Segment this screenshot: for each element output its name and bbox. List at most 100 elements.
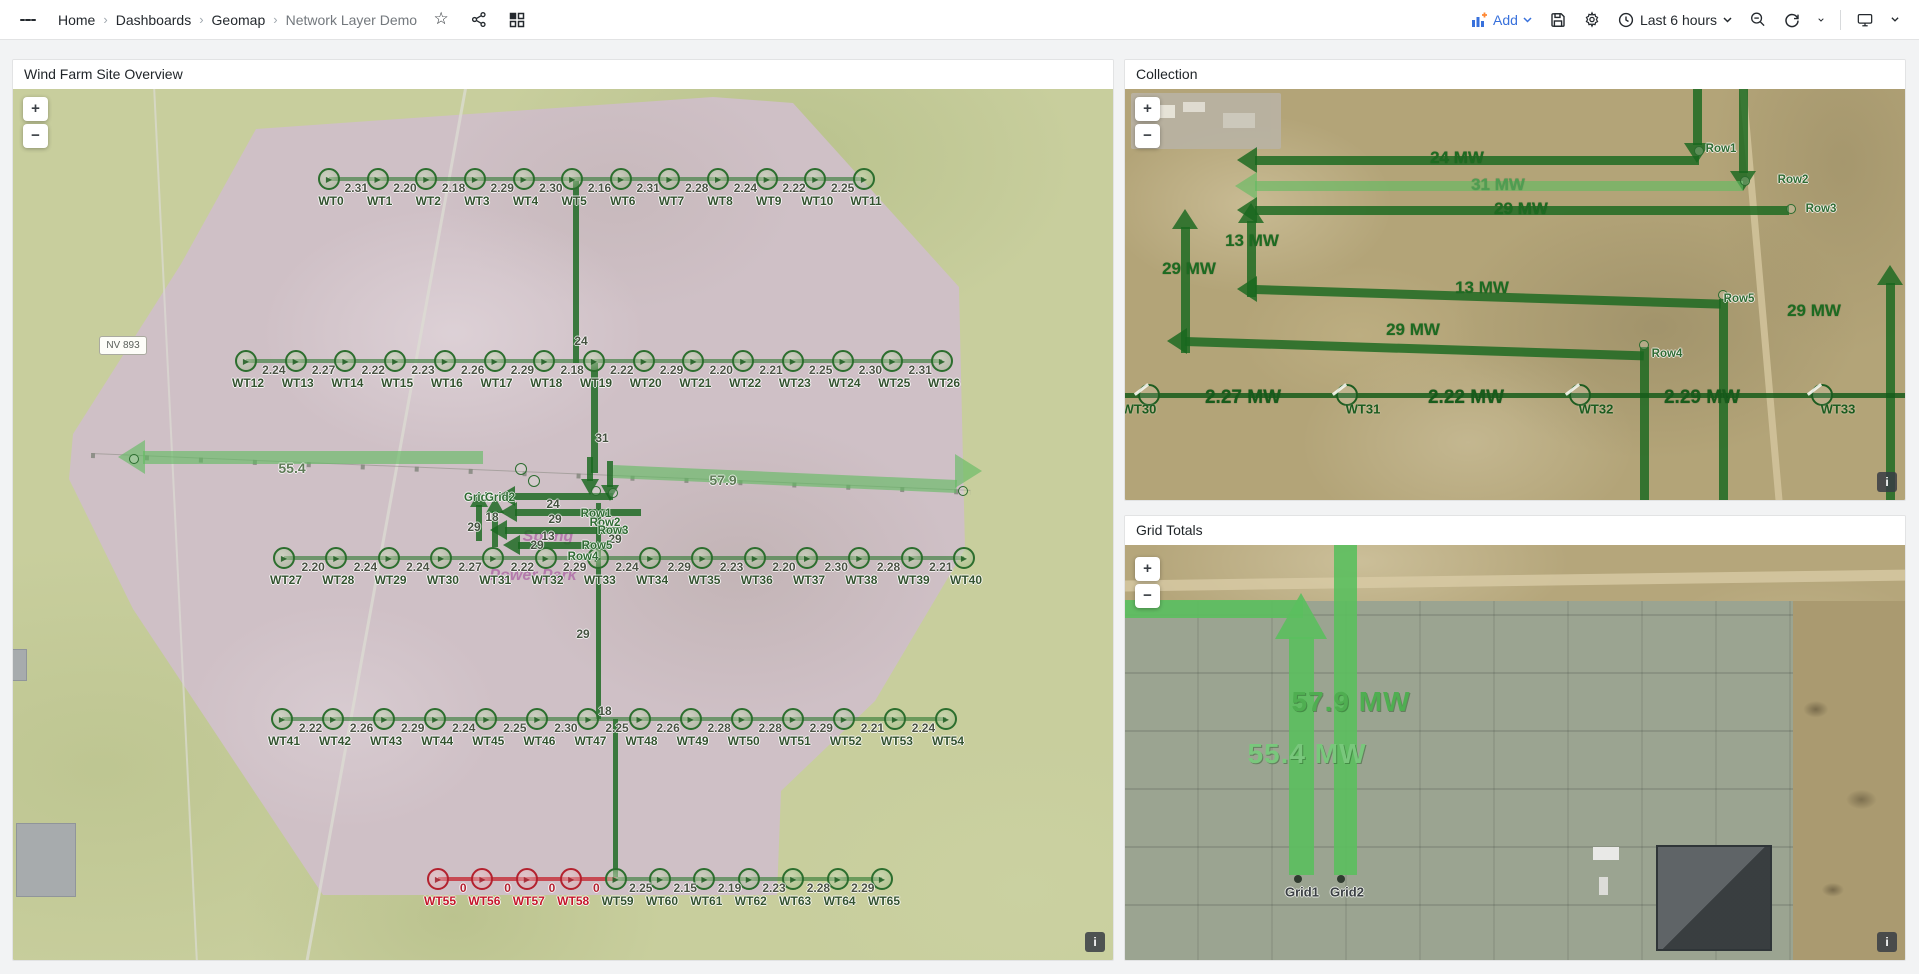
flow-arrowhead-icon <box>503 534 520 555</box>
flow-direction-icon: ▶ <box>325 174 333 184</box>
dashboard-canvas: Wind Farm Site Overview NV 893 2.31 2.20 2… <box>0 40 1919 974</box>
share-icon[interactable] <box>465 6 493 34</box>
map-attribution-info-icon[interactable]: i <box>1085 932 1105 952</box>
flow-direction-icon: ▶ <box>523 874 530 884</box>
zoom-out-time-icon[interactable] <box>1744 6 1772 34</box>
map-attribution-info-icon[interactable]: i <box>1877 932 1897 952</box>
turbine-node[interactable]: ▶ <box>483 350 506 372</box>
flow-direction-icon: ▶ <box>280 553 288 563</box>
zoom-in-button[interactable]: + <box>23 97 48 121</box>
flow-direction-icon: ▶ <box>938 356 946 366</box>
turbine-node[interactable]: ▶ <box>900 547 923 569</box>
turbine-node[interactable]: ▶ <box>732 350 755 372</box>
flow-direction-icon: ▶ <box>690 356 697 366</box>
breadcrumb-home[interactable]: Home <box>58 12 95 28</box>
turbine-node[interactable]: ▶ <box>632 350 655 372</box>
turbine-label: WT34 <box>636 573 669 587</box>
turbine-node[interactable]: ▶ <box>384 350 407 372</box>
turbine-node[interactable]: ▶ <box>831 350 854 372</box>
turbine-label: WT21 <box>679 376 712 390</box>
zoom-out-button[interactable]: − <box>1135 124 1160 148</box>
zoom-in-button[interactable]: + <box>1135 97 1160 121</box>
add-panel-button[interactable]: Add <box>1465 8 1538 32</box>
turbine-label: WT50 <box>727 734 760 748</box>
turbine-node[interactable]: ▶ <box>743 547 766 569</box>
edge-power-value: 2.21 <box>759 363 783 377</box>
turbine-node[interactable]: ▶ <box>832 708 855 730</box>
turbine-node[interactable]: ▶ <box>463 168 486 190</box>
flow-arrowhead-icon <box>1167 328 1187 354</box>
save-dashboard-icon[interactable] <box>1544 6 1572 34</box>
turbine-node[interactable]: ▶ <box>427 868 449 890</box>
turbine-node[interactable]: ▶ <box>604 868 627 890</box>
flow-direction-icon: ▶ <box>534 714 541 724</box>
turbine-node[interactable]: ▶ <box>235 350 257 372</box>
flow-value-label: 24 MW <box>1430 148 1484 167</box>
edge-power-value: 2.18 <box>441 181 466 195</box>
collection-geomap[interactable]: 24 MW 31 MW 29 MW 13 MW 29 MW 13 MW 29 MW 29 MW… <box>1125 89 1905 500</box>
turbine-node[interactable]: ▶ <box>433 350 456 372</box>
turbine-node[interactable]: ▶ <box>609 168 632 190</box>
flow-value-label: 55.4 <box>278 460 306 476</box>
settings-gear-icon[interactable] <box>1578 6 1606 34</box>
turbine-node[interactable]: ▶ <box>679 708 702 730</box>
zoom-out-button[interactable]: − <box>23 124 48 148</box>
turbine-node[interactable]: ▶ <box>373 708 396 730</box>
edge-power-value: 2.30 <box>824 560 848 574</box>
flow-arrowhead-icon <box>500 501 517 522</box>
turbine-node[interactable]: ▶ <box>512 168 535 190</box>
turbine-node[interactable]: ▶ <box>583 350 605 372</box>
edge-power-value: 2.29 <box>490 181 514 195</box>
flow-value-label: 24 <box>574 334 588 348</box>
turbine-node[interactable]: ▶ <box>366 168 389 190</box>
turbine-node[interactable]: ▶ <box>781 708 804 730</box>
turbine-node[interactable]: ▶ <box>284 350 307 372</box>
turbine-node[interactable]: ▶ <box>796 547 819 569</box>
turbine-node[interactable]: ▶ <box>273 547 295 569</box>
turbine-node[interactable]: ▶ <box>730 708 753 730</box>
flow-direction-icon: ▶ <box>437 553 444 563</box>
kiosk-monitor-icon[interactable] <box>1851 6 1879 34</box>
refresh-icon[interactable] <box>1778 6 1806 34</box>
refresh-interval-chevron[interactable] <box>1812 6 1830 34</box>
turbine-node[interactable]: ▶ <box>639 547 662 569</box>
edge-power-value: 0 <box>593 881 600 895</box>
map-attribution-info-icon[interactable]: i <box>1877 472 1897 492</box>
breadcrumb-folder[interactable]: Geomap <box>212 12 266 28</box>
zoom-out-button[interactable]: − <box>1135 584 1160 608</box>
turbine-node[interactable]: ▶ <box>561 168 584 190</box>
wind-farm-geomap[interactable]: NV 893 2.31 2.20 2.18 2.29 2.30 2.16 2.31 2.28 2… <box>13 89 1113 960</box>
turbine-node[interactable]: ▶ <box>271 708 293 730</box>
turbine-node[interactable]: ▶ <box>935 708 957 730</box>
network-node <box>608 488 618 498</box>
grid-totals-geomap[interactable]: 57.9 MW 55.4 MW Grid1 Grid2 <box>1125 545 1905 960</box>
edge-power-value: 2.31 <box>344 181 368 195</box>
menu-toggle-button[interactable] <box>14 6 42 34</box>
favorite-star-icon[interactable]: ☆ <box>427 6 455 34</box>
turbine-node[interactable]: ▶ <box>953 547 975 569</box>
turbine-node[interactable]: ▶ <box>628 708 651 730</box>
turbine-label: WT10 <box>801 194 834 208</box>
turbine-node[interactable]: ▶ <box>318 168 340 190</box>
flow-value-label: 29 MW <box>1162 259 1216 278</box>
turbine-node[interactable]: ▶ <box>931 350 953 372</box>
flow-value-label: WT32 <box>1578 401 1614 417</box>
turbine-node[interactable]: ▶ <box>781 350 804 372</box>
turbine-node[interactable]: ▶ <box>429 547 452 569</box>
navbar-collapse-chevron[interactable] <box>1885 6 1905 34</box>
edge-power-value: 2.20 <box>709 363 733 377</box>
turbine-node[interactable]: ▶ <box>755 168 778 190</box>
turbine-node[interactable]: ▶ <box>883 708 906 730</box>
zoom-in-button[interactable]: + <box>1135 557 1160 581</box>
turbine-node[interactable]: ▶ <box>853 168 875 190</box>
flow-direction-icon: ▶ <box>740 356 747 366</box>
turbine-node[interactable]: ▶ <box>377 547 400 569</box>
edge-power-value: 2.20 <box>772 560 796 574</box>
turbine-node[interactable]: ▶ <box>322 708 345 730</box>
apps-grid-icon[interactable] <box>503 6 531 34</box>
turbine-node[interactable]: ▶ <box>515 868 538 890</box>
time-range-picker[interactable]: Last 6 hours <box>1612 8 1738 32</box>
turbine-label: WT18 <box>530 376 563 390</box>
turbine-node[interactable]: ▶ <box>707 168 730 190</box>
breadcrumb-dashboards[interactable]: Dashboards <box>116 12 192 28</box>
